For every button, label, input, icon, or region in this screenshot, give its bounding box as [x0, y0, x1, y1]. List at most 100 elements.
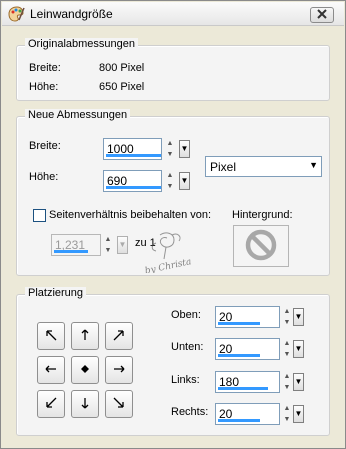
arrow-down-right-icon — [112, 396, 126, 413]
new-height-dropdown-button[interactable]: ▼ — [179, 172, 190, 190]
keep-aspect-ratio-label: Seitenverhältnis beibehalten von: — [49, 209, 212, 221]
offset-top-field[interactable]: 20 — [215, 306, 280, 328]
offset-left-dropdown-button[interactable]: ▼ — [293, 373, 304, 391]
offset-left-label: Links: — [171, 374, 200, 386]
offset-left-spinner[interactable]: 180 ▲ ▼ ▼ — [215, 371, 307, 393]
aspect-ratio-dropdown-button[interactable]: ▼ — [117, 236, 128, 254]
original-width-value: 800 Pixel — [99, 62, 145, 74]
aspect-ratio-field[interactable]: 1,231 — [51, 234, 101, 256]
anchor-top-button[interactable] — [71, 322, 99, 350]
new-width-level-bar — [106, 154, 161, 157]
aspect-ratio-stepper[interactable]: ▲ ▼ — [103, 234, 113, 256]
spin-down-icon[interactable]: ▼ — [165, 149, 175, 160]
new-height-level-bar — [106, 186, 161, 189]
offset-top-stepper[interactable]: ▲ ▼ — [282, 306, 292, 328]
arrow-up-icon — [78, 328, 92, 345]
offset-bottom-spinner[interactable]: 20 ▲ ▼ ▼ — [215, 338, 307, 360]
chevron-down-icon: ▼ — [294, 377, 303, 386]
offset-top-level-bar — [218, 322, 260, 325]
title-bar[interactable]: Leinwandgröße — [2, 2, 344, 26]
paint-palette-icon — [7, 5, 25, 23]
offset-top-spinner[interactable]: 20 ▲ ▼ ▼ — [215, 306, 307, 328]
chevron-down-icon: ▼ — [180, 144, 189, 153]
offset-left-stepper[interactable]: ▲ ▼ — [282, 371, 292, 393]
no-symbol-icon — [244, 228, 278, 265]
center-dot-icon — [78, 362, 92, 379]
arrow-up-right-icon — [112, 328, 126, 345]
arrow-up-left-icon — [44, 328, 58, 345]
offset-right-stepper[interactable]: ▲ ▼ — [282, 403, 292, 425]
original-width-label: Breite: — [29, 62, 61, 74]
new-height-field[interactable]: 690 — [103, 170, 162, 192]
spin-down-icon[interactable]: ▼ — [282, 414, 292, 425]
aspect-ratio-spinner[interactable]: 1,231 ▲ ▼ ▼ — [51, 234, 131, 256]
anchor-right-button[interactable] — [105, 356, 133, 384]
keep-aspect-ratio-checkbox[interactable] — [33, 209, 46, 222]
spin-up-icon[interactable]: ▲ — [282, 403, 292, 414]
spin-down-icon[interactable]: ▼ — [282, 349, 292, 360]
spin-up-icon[interactable]: ▲ — [282, 338, 292, 349]
spin-up-icon[interactable]: ▲ — [165, 170, 175, 181]
group-label-original: Originalabmessungen — [25, 38, 139, 50]
new-width-stepper[interactable]: ▲ ▼ — [165, 138, 175, 160]
new-height-spinner[interactable]: 690 ▲ ▼ ▼ — [103, 170, 195, 192]
close-button[interactable] — [310, 7, 334, 23]
offset-right-label: Rechts: — [171, 406, 209, 418]
chevron-down-icon: ▼ — [118, 240, 127, 249]
arrow-down-icon — [78, 396, 92, 413]
new-width-label: Breite: — [29, 140, 61, 152]
offset-bottom-dropdown-button[interactable]: ▼ — [293, 340, 304, 358]
new-height-stepper[interactable]: ▲ ▼ — [165, 170, 175, 192]
background-label: Hintergrund: — [232, 209, 293, 221]
chevron-down-icon: ▼ — [294, 344, 303, 353]
spin-down-icon[interactable]: ▼ — [103, 245, 113, 256]
anchor-center-button[interactable] — [71, 356, 99, 384]
unit-select[interactable]: Pixel ▼ — [205, 156, 322, 177]
spin-up-icon[interactable]: ▲ — [165, 138, 175, 149]
spin-up-icon[interactable]: ▲ — [282, 371, 292, 382]
close-x-icon — [317, 8, 327, 22]
watermark: by Christa — [142, 229, 212, 277]
anchor-bottom-right-button[interactable] — [105, 390, 133, 418]
offset-right-dropdown-button[interactable]: ▼ — [293, 405, 304, 423]
spin-up-icon[interactable]: ▲ — [282, 306, 292, 317]
anchor-bottom-left-button[interactable] — [37, 390, 65, 418]
spin-down-icon[interactable]: ▼ — [282, 382, 292, 393]
spin-down-icon[interactable]: ▼ — [282, 317, 292, 328]
new-height-label: Höhe: — [29, 171, 59, 183]
placement-anchor-pad — [33, 318, 137, 422]
new-width-field[interactable]: 1000 — [103, 138, 162, 160]
chevron-down-icon: ▼ — [309, 160, 318, 170]
offset-bottom-field[interactable]: 20 — [215, 338, 280, 360]
anchor-top-left-button[interactable] — [37, 322, 65, 350]
watermark-text: by Christa — [144, 257, 192, 273]
offset-bottom-stepper[interactable]: ▲ ▼ — [282, 338, 292, 360]
offset-right-level-bar — [218, 419, 260, 422]
arrow-left-icon — [44, 362, 58, 379]
offset-left-level-bar — [218, 387, 268, 390]
offset-left-field[interactable]: 180 — [215, 371, 280, 393]
original-dimensions-group: Originalabmessungen Breite: 800 Pixel Hö… — [16, 38, 330, 101]
offset-right-field[interactable]: 20 — [215, 403, 280, 425]
background-color-swatch[interactable] — [233, 225, 289, 267]
arrow-right-icon — [112, 362, 126, 379]
anchor-top-right-button[interactable] — [105, 322, 133, 350]
offset-bottom-label: Unten: — [171, 341, 204, 353]
arrow-down-left-icon — [44, 396, 58, 413]
original-height-label: Höhe: — [29, 81, 59, 93]
offset-top-dropdown-button[interactable]: ▼ — [293, 308, 304, 326]
offset-bottom-level-bar — [218, 354, 260, 357]
offset-top-label: Oben: — [171, 309, 201, 321]
spin-up-icon[interactable]: ▲ — [103, 234, 113, 245]
anchor-left-button[interactable] — [37, 356, 65, 384]
group-label-new: Neue Abmessungen — [25, 109, 131, 121]
new-width-dropdown-button[interactable]: ▼ — [179, 140, 190, 158]
chevron-down-icon: ▼ — [294, 312, 303, 321]
aspect-ratio-level-bar — [54, 250, 88, 253]
anchor-bottom-button[interactable] — [71, 390, 99, 418]
spin-down-icon[interactable]: ▼ — [165, 181, 175, 192]
new-width-spinner[interactable]: 1000 ▲ ▼ ▼ — [103, 138, 195, 160]
chevron-down-icon: ▼ — [294, 409, 303, 418]
chevron-down-icon: ▼ — [180, 176, 189, 185]
offset-right-spinner[interactable]: 20 ▲ ▼ ▼ — [215, 403, 307, 425]
